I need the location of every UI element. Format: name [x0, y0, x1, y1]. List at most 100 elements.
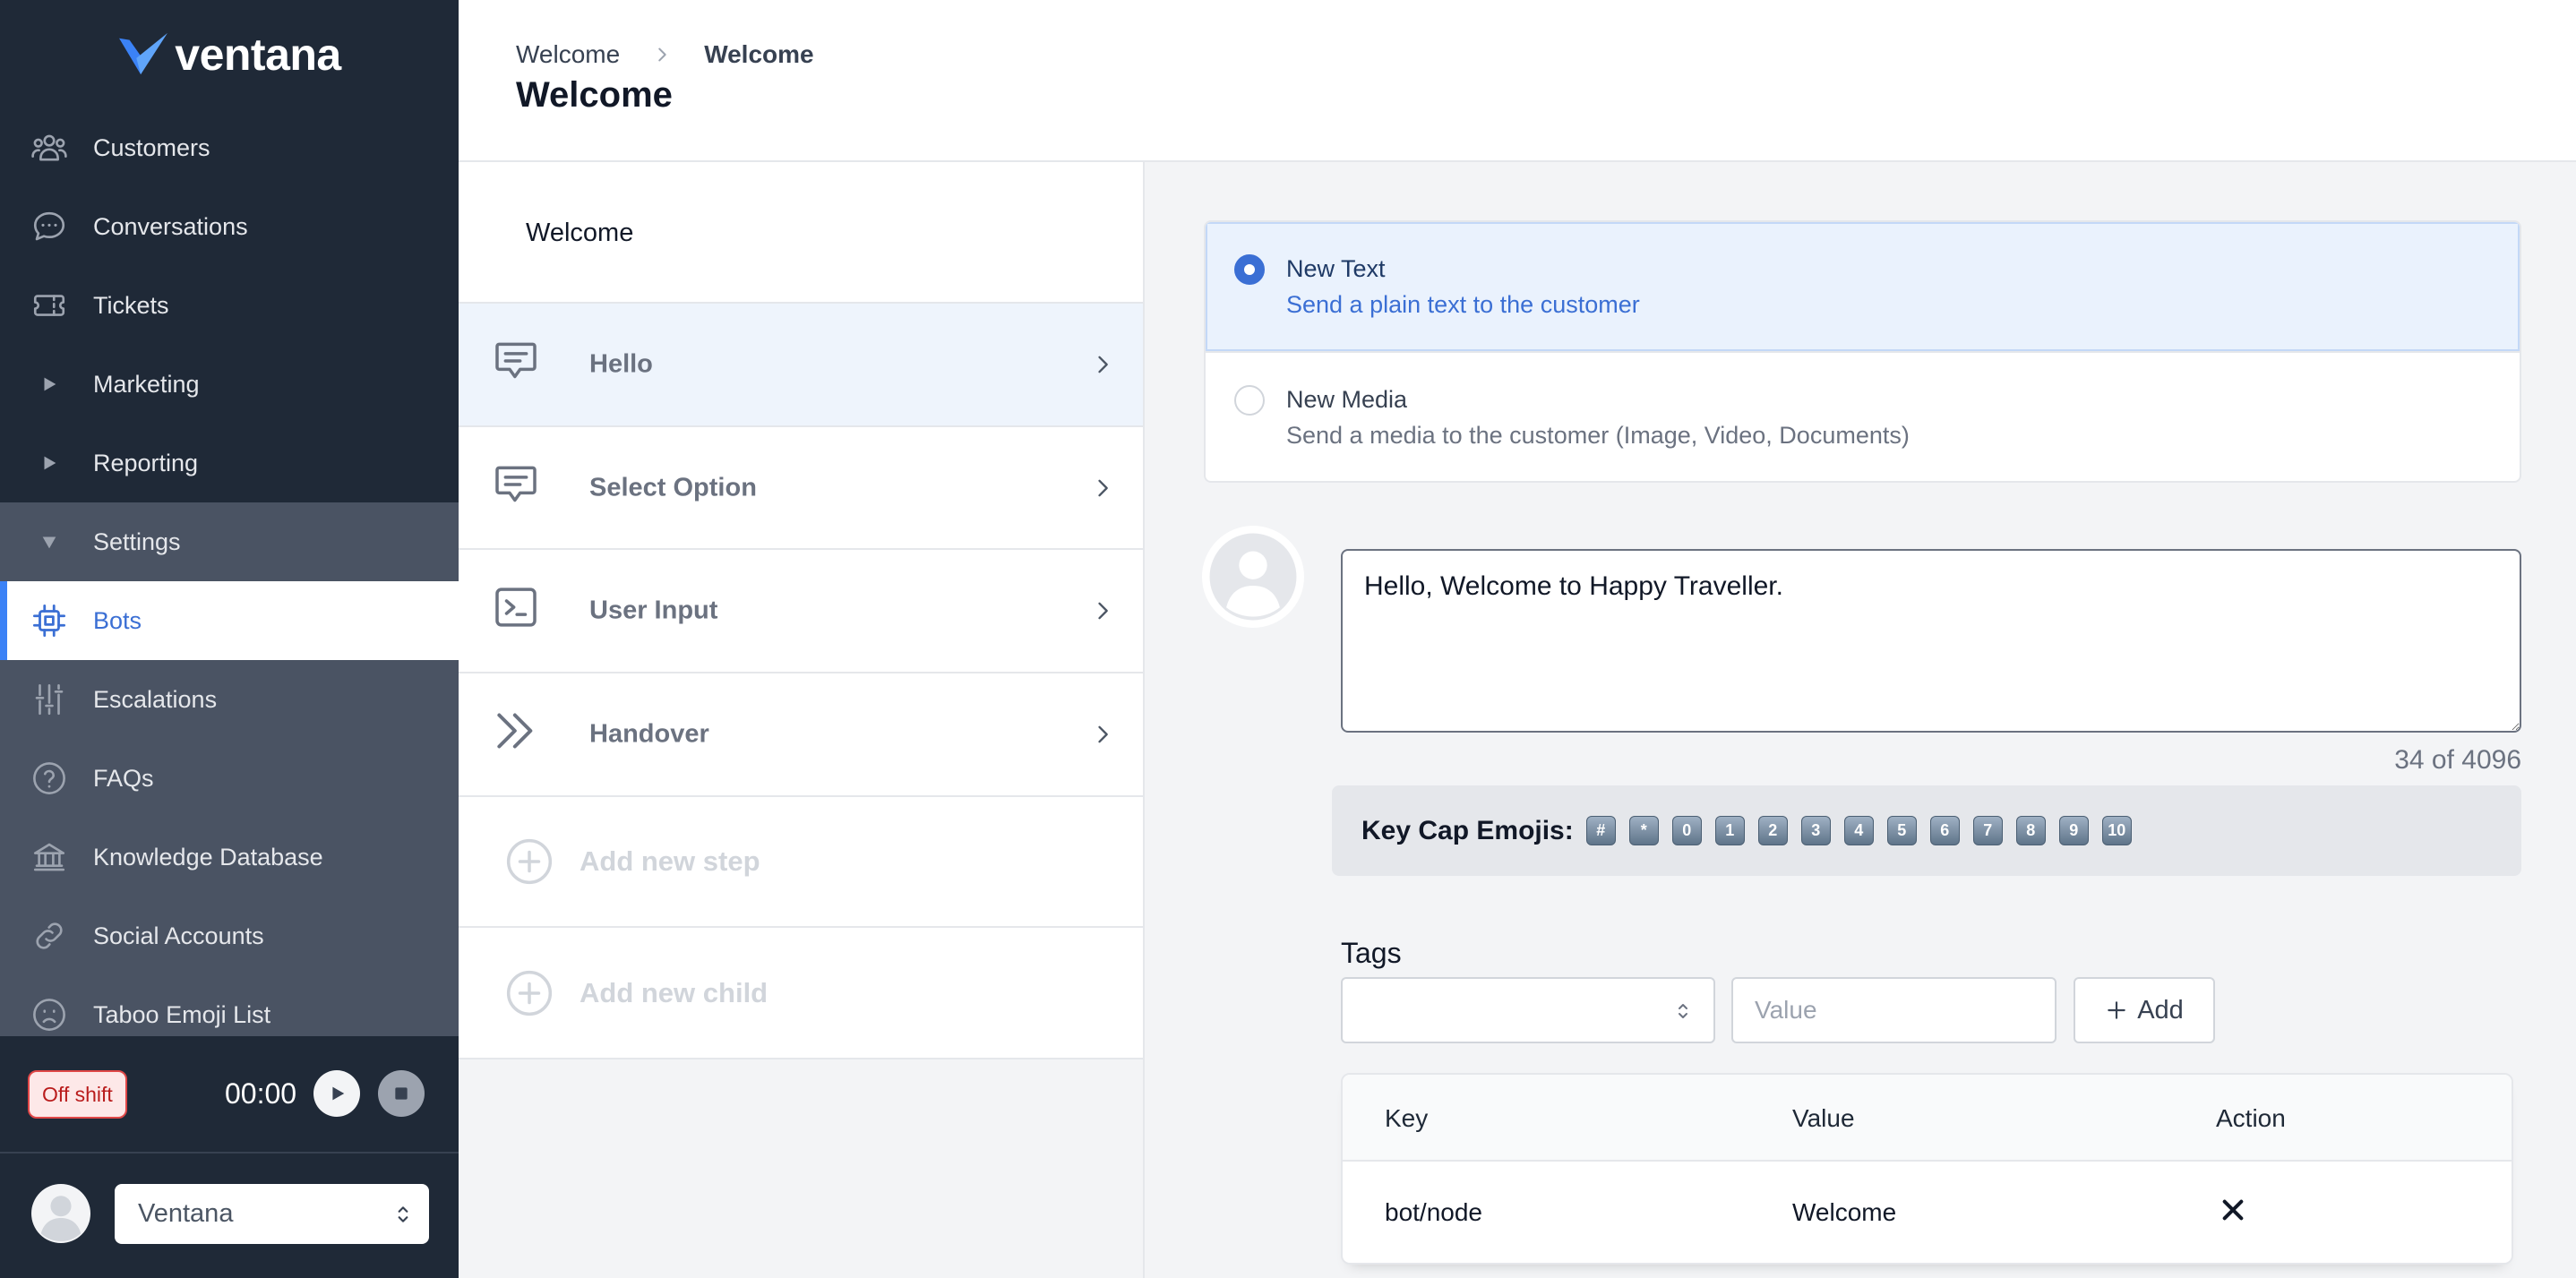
table-row: bot/node Welcome	[1343, 1162, 2512, 1263]
message-type-description: Send a plain text to the customer	[1286, 291, 1640, 318]
stop-icon	[392, 1085, 410, 1102]
double-chevron-icon	[491, 706, 541, 756]
add-tag-label: Add	[2137, 995, 2184, 1025]
message-type-title: New Media	[1286, 386, 1408, 413]
tag-key-select[interactable]	[1341, 977, 1715, 1043]
keycap-emoji[interactable]: 0	[1671, 816, 1702, 845]
shift-bar: Off shift 00:00	[0, 1036, 459, 1152]
breadcrumb: Welcome Welcome	[516, 39, 814, 70]
breadcrumb-current: Welcome	[704, 40, 814, 68]
column-header-value: Value	[1792, 1104, 1855, 1132]
keycap-emoji[interactable]: 3	[1800, 816, 1831, 845]
delete-tag-icon[interactable]	[2219, 1196, 2247, 1224]
active-indicator	[0, 581, 7, 660]
radio-new-text[interactable]	[1234, 254, 1265, 285]
message-type-description: Send a media to the customer (Image, Vid…	[1286, 422, 1910, 449]
ticket-icon	[30, 287, 68, 324]
shift-timer: 00:00	[225, 1077, 297, 1110]
ventana-logo[interactable]: ventana	[0, 0, 459, 108]
account-select[interactable]: Ventana	[115, 1184, 429, 1244]
add-tag-button[interactable]: Add	[2074, 977, 2215, 1043]
bot-steps-panel: Welcome Hello Select Option User Input H…	[459, 162, 1145, 1278]
plus-icon	[2105, 999, 2128, 1022]
breadcrumb-item[interactable]: Welcome	[516, 40, 620, 69]
sidebar-item-settings[interactable]: Settings	[0, 502, 459, 581]
step-item-select-option[interactable]: Select Option	[459, 427, 1143, 550]
sidebar-item-reporting[interactable]: Reporting	[0, 424, 459, 502]
step-item-user-input[interactable]: User Input	[459, 550, 1143, 673]
sidebar-item-label: Customers	[93, 134, 210, 161]
steps-heading-label: Welcome	[526, 219, 634, 247]
sliders-icon	[30, 681, 68, 718]
sidebar-item-knowledge-database[interactable]: Knowledge Database	[0, 818, 459, 896]
character-counter: 34 of 4096	[2394, 745, 2521, 775]
keycap-emoji[interactable]: 2	[1757, 816, 1788, 845]
sidebar-item-bots[interactable]: Bots	[0, 581, 459, 660]
keycap-emoji[interactable]: *	[1628, 816, 1659, 845]
keycap-emoji[interactable]: 9	[2058, 816, 2089, 845]
keycap-emoji[interactable]: #	[1585, 816, 1616, 845]
sad-face-icon	[30, 996, 68, 1034]
add-new-child-button[interactable]: Add new child	[459, 928, 1143, 1059]
account-select-value: Ventana	[138, 1199, 234, 1228]
sidebar-item-tickets[interactable]: Tickets	[0, 266, 459, 345]
sidebar-item-label: Knowledge Database	[93, 844, 323, 871]
chat-icon	[30, 208, 68, 245]
ventana-logo-icon	[117, 31, 169, 78]
keycap-emoji[interactable]: 5	[1886, 816, 1917, 845]
add-new-step-button[interactable]: Add new step	[459, 797, 1143, 928]
sidebar-item-conversations[interactable]: Conversations	[0, 187, 459, 266]
page-header: Welcome Welcome Welcome	[459, 0, 2576, 162]
radio-new-media[interactable]	[1234, 385, 1265, 416]
chevron-right-icon	[1090, 352, 1115, 377]
keycap-emoji[interactable]: 4	[1843, 816, 1874, 845]
message-icon	[491, 336, 541, 386]
keycap-emoji[interactable]: 10	[2101, 816, 2132, 845]
step-label: Hello	[589, 349, 653, 379]
sidebar-item-label: Settings	[93, 528, 181, 555]
message-type-new-text[interactable]: New Text Send a plain text to the custom…	[1206, 222, 2520, 351]
chevron-right-icon	[1090, 722, 1115, 747]
step-label: User Input	[589, 596, 718, 625]
step-label: Select Option	[589, 473, 757, 502]
sidebar-item-label: Tickets	[93, 292, 169, 319]
sidebar-item-marketing[interactable]: Marketing	[0, 345, 459, 424]
play-button[interactable]	[313, 1070, 360, 1117]
keycap-emoji[interactable]: 7	[1972, 816, 2003, 845]
step-item-hello[interactable]: Hello	[459, 304, 1143, 427]
stop-button[interactable]	[378, 1070, 425, 1117]
keycap-emoji[interactable]: 1	[1714, 816, 1745, 845]
sidebar-item-label: Social Accounts	[93, 922, 264, 949]
tags-label: Tags	[1341, 937, 1402, 969]
shift-status-badge[interactable]: Off shift	[28, 1070, 127, 1119]
avatar[interactable]	[31, 1184, 90, 1243]
sidebar-item-customers[interactable]: Customers	[0, 108, 459, 187]
tags-table: Key Value Action bot/node Welcome	[1341, 1073, 2513, 1265]
sidebar-item-label: FAQs	[93, 765, 154, 792]
tag-value-input[interactable]	[1731, 977, 2057, 1043]
step-item-handover[interactable]: Handover	[459, 673, 1143, 797]
page-title: Welcome	[516, 75, 673, 115]
message-textarea[interactable]: Hello, Welcome to Happy Traveller.	[1341, 549, 2521, 733]
link-icon	[30, 917, 68, 955]
logo-text: ventana	[175, 29, 341, 80]
message-type-new-media[interactable]: New Media Send a media to the customer (…	[1206, 351, 2520, 481]
keycap-emoji[interactable]: 6	[1929, 816, 1960, 845]
sidebar: ventana Customers Conversations Tickets …	[0, 0, 459, 1278]
column-header-key: Key	[1385, 1104, 1429, 1132]
select-arrows-icon	[1672, 999, 1694, 1024]
select-arrows-icon	[391, 1202, 415, 1227]
message-type-title: New Text	[1286, 255, 1386, 282]
bot-avatar	[1202, 526, 1304, 628]
sidebar-item-label: Conversations	[93, 213, 248, 240]
caret-right-icon	[39, 374, 59, 394]
sidebar-item-label: Marketing	[93, 371, 200, 398]
plus-circle-icon	[504, 968, 554, 1018]
sidebar-item-taboo-emoji-list[interactable]: Taboo Emoji List	[0, 975, 459, 1036]
add-new-child-label: Add new child	[580, 976, 769, 1008]
tag-value-cell: Welcome	[1792, 1198, 1897, 1226]
sidebar-item-social-accounts[interactable]: Social Accounts	[0, 896, 459, 975]
keycap-emoji[interactable]: 8	[2015, 816, 2046, 845]
sidebar-item-faqs[interactable]: FAQs	[0, 739, 459, 818]
sidebar-item-escalations[interactable]: Escalations	[0, 660, 459, 739]
